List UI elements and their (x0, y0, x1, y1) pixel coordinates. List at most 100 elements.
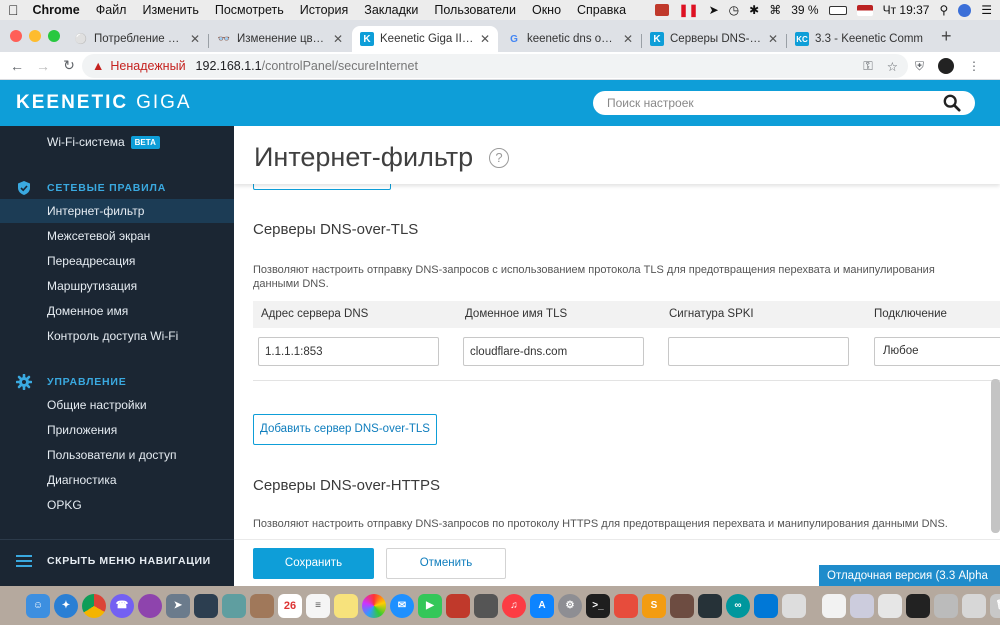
photo-booth-icon[interactable] (194, 593, 218, 618)
app-store-icon[interactable]: A (530, 593, 554, 618)
menubar-window[interactable]: Окно (532, 3, 561, 17)
window-thumb-icon[interactable] (850, 593, 874, 618)
sidebar-item-applications[interactable]: Приложения (0, 418, 234, 442)
preview-icon[interactable] (222, 593, 246, 618)
clock[interactable]: Чт 19:37 (883, 3, 930, 17)
notification-center-icon[interactable]: ☰ (981, 3, 992, 17)
hide-navigation-button[interactable]: СКРЫТЬ МЕНЮ НАВИГАЦИИ (16, 554, 211, 568)
notes-icon[interactable] (334, 593, 358, 618)
tab-1[interactable]: ⚪ Потребление электр ✕ (66, 26, 208, 52)
menubar-history[interactable]: История (300, 3, 348, 17)
photo-app-icon[interactable] (446, 593, 470, 618)
sublime-text-icon[interactable]: S (642, 593, 666, 618)
tab-6[interactable]: KC 3.3 - Keenetic Comm (787, 26, 931, 52)
arduino-icon[interactable]: ∞ (726, 593, 750, 618)
sidebar-item-domain-name[interactable]: Доменное имя (0, 299, 234, 323)
windows-icon[interactable] (754, 593, 778, 618)
dns-address-input[interactable] (258, 337, 439, 366)
sidebar-item-wifi-access-control[interactable]: Контроль доступа Wi-Fi (0, 324, 234, 348)
forward-icon[interactable]: → (30, 58, 56, 74)
tab-2[interactable]: 👓 Изменение цвета ли ✕ (209, 26, 351, 52)
chrome-icon[interactable] (82, 593, 106, 618)
profile-avatar[interactable] (938, 58, 955, 74)
close-tab-icon[interactable]: ✕ (623, 32, 633, 46)
key-icon[interactable]: ⚿ (863, 59, 873, 74)
address-bar[interactable]: ▲ Ненадежный 192.168.1.1/controlPanel/se… (82, 54, 908, 78)
sidebar-item-users-access[interactable]: Пользователи и доступ (0, 443, 234, 467)
apple-icon[interactable]:  (8, 2, 19, 18)
document-icon[interactable] (822, 593, 846, 618)
system-preferences-icon[interactable]: ⚙ (558, 593, 582, 618)
menubar-app-name[interactable]: Chrome (33, 3, 80, 17)
close-window-button[interactable] (10, 30, 22, 42)
security-label[interactable]: Ненадежный (110, 59, 185, 73)
sidebar-item-wifi-system[interactable]: Wi-Fi-система BETA (0, 130, 234, 154)
maximize-window-button[interactable] (48, 30, 60, 42)
url-host[interactable]: 192.168.1.1 (196, 59, 262, 73)
reminders-icon[interactable]: ≡ (306, 593, 330, 618)
window-thumb-icon[interactable] (962, 593, 986, 618)
add-dot-server-button[interactable]: Добавить сервер DNS-over-TLS (253, 414, 437, 445)
scrollbar-thumb[interactable] (991, 379, 1000, 533)
calendar-icon[interactable]: 26 (278, 593, 302, 618)
status-app-icon[interactable] (654, 4, 669, 16)
close-tab-icon[interactable]: ✕ (190, 32, 200, 46)
sidebar-item-internet-filter[interactable]: Интернет-фильтр (0, 199, 234, 223)
finder-icon[interactable]: ☺ (26, 593, 50, 618)
battery-percent[interactable]: 39 % (791, 3, 818, 17)
launchpad-icon[interactable]: ➤ (166, 593, 190, 618)
messages-icon[interactable]: ✉ (390, 593, 414, 618)
pause-icon[interactable]: ❚❚ (679, 3, 699, 17)
sidebar-item-opkg[interactable]: OPKG (0, 493, 234, 517)
keenetic-logo[interactable]: KEENETIC GIGA (16, 92, 192, 114)
window-thumb-icon[interactable] (934, 593, 958, 618)
back-icon[interactable]: ← (4, 58, 30, 74)
close-tab-icon[interactable]: ✕ (333, 32, 343, 46)
tab-5[interactable]: K Серверы DNS-over-T ✕ (642, 26, 786, 52)
menubar-people[interactable]: Пользователи (434, 3, 516, 17)
safari-icon[interactable]: ✦ (54, 593, 78, 618)
sidebar-item-general-settings[interactable]: Общие настройки (0, 393, 234, 417)
minimize-window-button[interactable] (29, 30, 41, 42)
viber-icon[interactable]: ☎ (110, 593, 134, 618)
connection-select[interactable]: Любое (874, 337, 1000, 366)
sidebar-item-firewall[interactable]: Межсетевой экран (0, 224, 234, 248)
shield-extension-icon[interactable]: ⛨ (915, 59, 924, 74)
spki-input[interactable] (668, 337, 849, 366)
books-icon[interactable] (670, 593, 694, 618)
bluetooth-icon[interactable]: ✱ (749, 3, 759, 17)
trash-icon[interactable]: 🗑 (990, 593, 1000, 618)
search-input[interactable] (607, 96, 943, 110)
window-thumb-icon[interactable] (906, 593, 930, 618)
contacts-icon[interactable] (250, 593, 274, 618)
battery-icon[interactable] (828, 5, 847, 15)
window-thumb-icon[interactable] (878, 593, 902, 618)
url-path[interactable]: /controlPanel/secureInternet (262, 59, 418, 73)
warning-icon[interactable]: ▲ (92, 59, 104, 73)
menubar-help[interactable]: Справка (577, 3, 626, 17)
terminal-icon[interactable]: >_ (586, 593, 610, 618)
wifi-icon[interactable]: ⌘ (769, 3, 781, 17)
tls-domain-input[interactable] (463, 337, 644, 366)
tab-3-active[interactable]: K Keenetic Giga III – Ин ✕ (352, 26, 498, 52)
save-button[interactable]: Сохранить (253, 548, 374, 579)
reload-icon[interactable]: ↻ (56, 57, 82, 74)
cancel-button[interactable]: Отменить (386, 548, 506, 579)
archive-icon[interactable] (782, 593, 806, 618)
screenshot-icon[interactable] (474, 593, 498, 618)
help-icon[interactable]: ? (489, 148, 509, 168)
tab-4[interactable]: G keenetic dns over tls ✕ (499, 26, 641, 52)
location-icon[interactable]: ➤ (709, 3, 719, 17)
menubar-view[interactable]: Посмотреть (215, 3, 284, 17)
menubar-bookmarks[interactable]: Закладки (364, 3, 418, 17)
flag-icon[interactable] (856, 4, 873, 16)
siri-icon[interactable] (958, 3, 972, 17)
facetime-icon[interactable]: ▶ (418, 593, 442, 618)
new-tab-button[interactable]: + (941, 26, 952, 47)
spotlight-icon[interactable]: ⚲ (939, 3, 948, 17)
close-tab-icon[interactable]: ✕ (480, 32, 490, 46)
menubar-edit[interactable]: Изменить (142, 3, 198, 17)
close-tab-icon[interactable]: ✕ (768, 32, 778, 46)
photos-icon[interactable] (362, 593, 386, 618)
sidebar-item-routing[interactable]: Маршрутизация (0, 274, 234, 298)
